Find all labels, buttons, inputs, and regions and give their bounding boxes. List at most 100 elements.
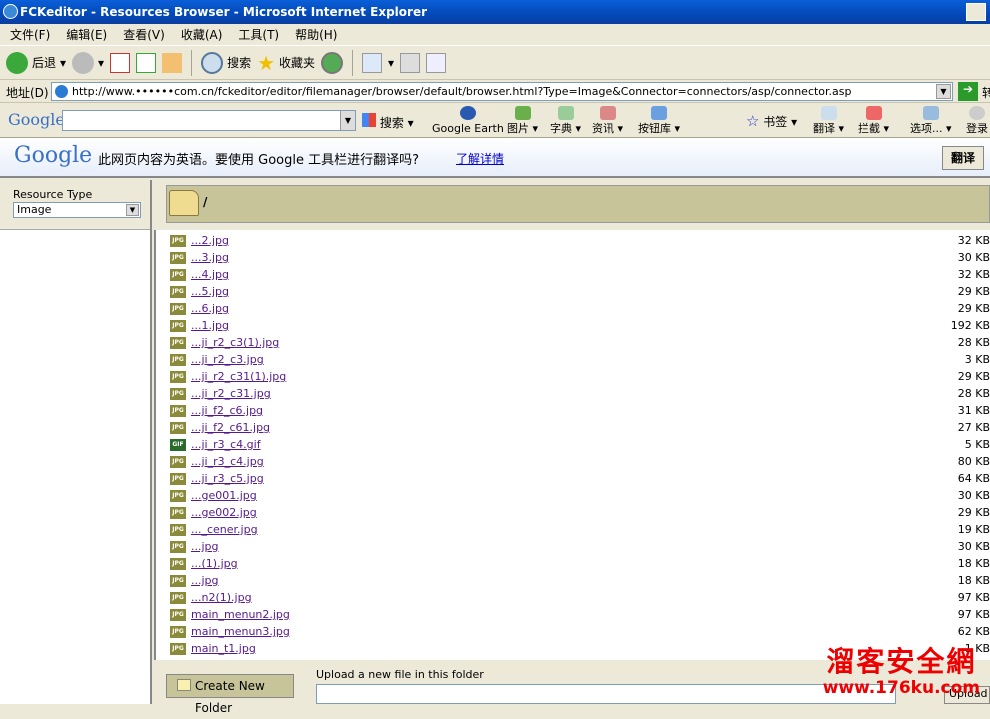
file-row[interactable]: JPG ...ji_r3_c5.jpg 64 KB: [156, 471, 990, 488]
file-row[interactable]: JPG ...n2(1).jpg 97 KB: [156, 590, 990, 607]
file-name-link[interactable]: ...ji_r2_c3(1).jpg: [191, 336, 279, 349]
file-row[interactable]: JPG main_menun2.jpg 97 KB: [156, 607, 990, 624]
file-name-link[interactable]: ...5.jpg: [191, 285, 229, 298]
file-row[interactable]: JPG ...ge002.jpg 29 KB: [156, 505, 990, 522]
bookmarks-button[interactable]: ☆ 书签 ▾: [746, 112, 797, 130]
jpg-file-icon: JPG: [170, 473, 186, 485]
upload-file-input[interactable]: [316, 684, 896, 704]
jpg-file-icon: JPG: [170, 252, 186, 264]
favorites-button[interactable]: ★ 收藏夹: [257, 51, 315, 75]
file-name-link[interactable]: ...ji_r3_c5.jpg: [191, 472, 264, 485]
jpg-file-icon: JPG: [170, 541, 186, 553]
address-input[interactable]: http://www.••••••com.cn/fckeditor/editor…: [51, 82, 953, 101]
mail-icon[interactable]: [362, 52, 383, 73]
file-row[interactable]: JPG ...(1).jpg 18 KB: [156, 556, 990, 573]
forward-arrow-icon: [72, 51, 95, 74]
file-name-link[interactable]: ...3.jpg: [191, 251, 229, 264]
file-row[interactable]: JPG ...ji_f2_c6.jpg 31 KB: [156, 403, 990, 420]
file-name-link[interactable]: ...(1).jpg: [191, 557, 238, 570]
file-name-link[interactable]: ...ji_r2_c3.jpg: [191, 353, 264, 366]
file-name-link[interactable]: ...4.jpg: [191, 268, 229, 281]
options-button[interactable]: 选项... ▾: [910, 106, 952, 135]
file-row[interactable]: JPG ...ji_r2_c3.jpg 3 KB: [156, 352, 990, 369]
file-row[interactable]: JPG main_menun3.jpg 62 KB: [156, 624, 990, 641]
home-icon[interactable]: [162, 52, 183, 73]
file-name-link[interactable]: main_t1.jpg: [191, 642, 256, 655]
translate-button[interactable]: 翻译: [942, 146, 984, 170]
jpg-file-icon: JPG: [170, 490, 186, 502]
refresh-icon[interactable]: [136, 52, 157, 73]
file-name-link[interactable]: ...ji_f2_c61.jpg: [191, 421, 270, 434]
file-name-link[interactable]: ...ge002.jpg: [191, 506, 257, 519]
file-row[interactable]: JPG ...2.jpg 32 KB: [156, 233, 990, 250]
folder-header-frame: /: [154, 180, 990, 230]
menu-tools[interactable]: 工具(T): [238, 28, 279, 42]
back-button[interactable]: 后退 ▾: [6, 51, 66, 74]
go-label[interactable]: 转: [982, 84, 990, 101]
file-row[interactable]: JPG ...ji_r2_c31(1).jpg 29 KB: [156, 369, 990, 386]
file-row[interactable]: JPG ...ji_r2_c31.jpg 28 KB: [156, 386, 990, 403]
minimize-button[interactable]: [966, 3, 986, 21]
file-size: 27 KB: [957, 421, 990, 434]
print-icon[interactable]: [400, 52, 421, 73]
search-button[interactable]: 搜索: [201, 51, 251, 74]
google-search-input[interactable]: ▼: [62, 110, 356, 131]
google-search-button[interactable]: 搜索 ▾: [362, 113, 414, 131]
popup-blocker-button[interactable]: 拦截 ▾: [858, 106, 889, 135]
menu-help[interactable]: 帮助(H): [295, 28, 337, 42]
file-row[interactable]: JPG ...ji_f2_c61.jpg 27 KB: [156, 420, 990, 437]
file-name-link[interactable]: ..._cener.jpg: [191, 523, 258, 536]
dictionary-button[interactable]: 字典 ▾: [550, 106, 581, 135]
menu-view[interactable]: 查看(V): [123, 28, 165, 42]
file-name-link[interactable]: ...n2(1).jpg: [191, 591, 252, 604]
file-name-link[interactable]: ...ge001.jpg: [191, 489, 257, 502]
menu-favorites[interactable]: 收藏(A): [181, 28, 223, 42]
news-button[interactable]: 资讯 ▾: [592, 106, 623, 135]
learn-more-link[interactable]: 了解详情: [456, 150, 504, 167]
file-name-link[interactable]: ...ji_r2_c31(1).jpg: [191, 370, 286, 383]
edit-icon[interactable]: [426, 52, 447, 73]
file-row[interactable]: GIF ...ji_r3_c4.gif 5 KB: [156, 437, 990, 454]
file-row[interactable]: JPG ...5.jpg 29 KB: [156, 284, 990, 301]
create-folder-button[interactable]: Create New Folder: [166, 674, 294, 715]
file-name-link[interactable]: main_menun2.jpg: [191, 608, 290, 621]
file-name-link[interactable]: main_menun3.jpg: [191, 625, 290, 638]
file-row[interactable]: JPG ...ge001.jpg 30 KB: [156, 488, 990, 505]
images-button[interactable]: 图片 ▾: [507, 106, 538, 135]
file-name-link[interactable]: ...6.jpg: [191, 302, 229, 315]
file-name-link[interactable]: ...ji_r3_c4.gif: [191, 438, 261, 451]
menu-edit[interactable]: 编辑(E): [66, 28, 107, 42]
page-icon: [55, 85, 68, 98]
sign-in-button[interactable]: 登录: [966, 106, 988, 135]
google-earth-button[interactable]: Google Earth: [432, 106, 504, 135]
file-row[interactable]: JPG ...3.jpg 30 KB: [156, 250, 990, 267]
file-row[interactable]: JPG ..._cener.jpg 19 KB: [156, 522, 990, 539]
file-row[interactable]: JPG ...ji_r3_c4.jpg 80 KB: [156, 454, 990, 471]
file-name-link[interactable]: ...2.jpg: [191, 234, 229, 247]
file-row[interactable]: JPG ...6.jpg 29 KB: [156, 301, 990, 318]
google-logo: Google: [8, 110, 65, 129]
resource-type-select[interactable]: Image ▼: [13, 202, 141, 218]
file-row[interactable]: JPG ...4.jpg 32 KB: [156, 267, 990, 284]
menu-file[interactable]: 文件(F): [10, 28, 50, 42]
jpg-file-icon: JPG: [170, 592, 186, 604]
stop-icon[interactable]: [110, 52, 131, 73]
file-row[interactable]: JPG ...jpg 18 KB: [156, 573, 990, 590]
file-row[interactable]: JPG ...ji_r2_c3(1).jpg 28 KB: [156, 335, 990, 352]
file-name-link[interactable]: ...jpg: [191, 540, 219, 553]
translate-toolbar-button[interactable]: 翻译 ▾: [813, 106, 844, 135]
file-name-link[interactable]: ...ji_r2_c31.jpg: [191, 387, 271, 400]
go-button[interactable]: ➔: [958, 82, 978, 101]
address-dropdown[interactable]: ▼: [936, 84, 951, 99]
folder-icon[interactable]: [169, 190, 199, 216]
forward-button[interactable]: ▾: [72, 51, 104, 74]
file-row[interactable]: JPG ...jpg 30 KB: [156, 539, 990, 556]
history-icon[interactable]: [321, 51, 344, 74]
file-row[interactable]: JPG ...1.jpg 192 KB: [156, 318, 990, 335]
file-name-link[interactable]: ...ji_r3_c4.jpg: [191, 455, 264, 468]
file-size: 19 KB: [957, 523, 990, 536]
file-name-link[interactable]: ...jpg: [191, 574, 219, 587]
button-gallery-button[interactable]: 按钮库 ▾: [638, 106, 680, 135]
file-name-link[interactable]: ...ji_f2_c6.jpg: [191, 404, 263, 417]
file-name-link[interactable]: ...1.jpg: [191, 319, 229, 332]
